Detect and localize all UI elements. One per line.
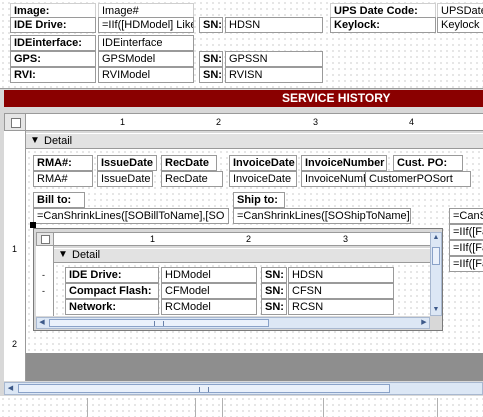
subform-left-mark-2: - <box>42 286 45 296</box>
bottom-divider-3 <box>222 398 223 417</box>
ideinterface-label[interactable]: IDEinterface: <box>10 35 96 51</box>
subform-ruler-tick-2: 2 <box>246 234 252 244</box>
cust-po-label[interactable]: Cust. PO: <box>393 155 463 171</box>
recdate-label[interactable]: RecDate <box>161 155 217 171</box>
right-formula-2[interactable]: =IIf([Fa <box>449 224 483 240</box>
rma-label[interactable]: RMA#: <box>33 155 93 171</box>
invoicedate-field[interactable]: InvoiceDate <box>229 171 297 187</box>
ide-drive-field[interactable]: =IIf([HDModel] Like ' <box>98 17 194 33</box>
subform-detail-label: Detail <box>72 249 101 261</box>
subform-horizontal-ruler: 1 2 3 <box>54 232 430 246</box>
subform-rcmodel-field[interactable]: RCModel <box>161 299 257 315</box>
ideinterface-field[interactable]: IDEinterface <box>98 35 194 51</box>
bottom-divider-2 <box>195 398 196 417</box>
rvi-label[interactable]: RVI: <box>10 67 96 83</box>
keylock-field[interactable]: Keylock <box>437 17 483 33</box>
invoicedate-label[interactable]: InvoiceDate <box>229 155 297 171</box>
bill-to-label[interactable]: Bill to: <box>33 192 85 208</box>
gps-label[interactable]: GPS: <box>10 51 96 67</box>
service-history-banner[interactable]: SERVICE HISTORY <box>4 90 483 107</box>
subform-scroll-up-icon[interactable]: ▲ <box>431 233 441 243</box>
subform-compact-flash-label[interactable]: Compact Flash: <box>65 283 159 299</box>
vertical-ruler-mark-1: 1 <box>12 244 18 254</box>
service-history-title: SERVICE HISTORY <box>282 91 391 105</box>
main-scroll-left-icon[interactable]: ◀ <box>5 383 16 394</box>
customerposort-field[interactable]: CustomerPOSort <box>365 171 471 187</box>
subform-ruler-corner[interactable] <box>36 232 54 246</box>
gps-sn-field[interactable]: GPSSN <box>225 51 323 67</box>
rvi-sn-field[interactable]: RVISN <box>225 67 323 83</box>
report-footer-band <box>26 353 483 381</box>
keylock-label[interactable]: Keylock: <box>330 17 436 33</box>
right-formula-4[interactable]: =IIf([Fa <box>449 256 483 272</box>
hd-sn-label[interactable]: SN: <box>199 17 223 33</box>
subform-detail-bar[interactable]: ▼ Detail <box>54 248 430 263</box>
detail-section-bar[interactable]: ▼ Detail <box>26 133 483 149</box>
subform-scroll-down-icon[interactable]: ▼ <box>431 305 441 315</box>
bill-to-field[interactable]: =CanShrinkLines([SOBillToName],[SO <box>33 208 229 224</box>
issuedate-label[interactable]: IssueDate <box>97 155 157 171</box>
subform-scroll-left-icon[interactable]: ◀ <box>37 318 47 328</box>
subform-vertical-ruler: - - <box>36 246 54 316</box>
subform-ruler-tick-1: 1 <box>150 234 156 244</box>
gps-sn-label[interactable]: SN: <box>199 51 223 67</box>
right-formula-3[interactable]: =IIf([Fa <box>449 240 483 256</box>
main-hscroll-thumb[interactable] <box>18 384 390 393</box>
ruler-tick-3: 3 <box>313 117 319 127</box>
subform-scroll-right-icon[interactable]: ▶ <box>419 318 429 328</box>
vertical-ruler: 1 2 <box>4 131 26 359</box>
horizontal-ruler: 1 2 3 4 <box>26 113 483 131</box>
rvi-field[interactable]: RVIModel <box>98 67 194 83</box>
ruler-corner[interactable] <box>4 113 26 131</box>
subform-ruler-tick-3: 3 <box>343 234 349 244</box>
subform-detail-arrow-icon: ▼ <box>58 249 68 260</box>
detail-label: Detail <box>44 135 73 147</box>
ide-drive-label[interactable]: IDE Drive: <box>10 17 96 33</box>
issuedate-field[interactable]: IssueDate <box>97 171 153 187</box>
subform-network-label[interactable]: Network: <box>65 299 159 315</box>
ship-to-field[interactable]: =CanShrinkLines([SOShipToName],[ <box>233 208 411 224</box>
vertical-ruler-mark-2: 2 <box>12 339 18 349</box>
subform-rcsn-label[interactable]: SN: <box>261 299 287 315</box>
subform-horizontal-scrollbar[interactable]: ◀ ▶ <box>36 317 430 329</box>
rvi-sn-label[interactable]: SN: <box>199 67 223 83</box>
subform-vscroll-thumb[interactable] <box>432 247 440 265</box>
ship-to-label[interactable]: Ship to: <box>233 192 285 208</box>
report-footer-left <box>4 359 26 381</box>
bottom-canvas <box>0 396 483 417</box>
detail-arrow-icon: ▼ <box>30 135 40 146</box>
bottom-divider-4 <box>323 398 324 417</box>
top-section: Image: Image# IDE Drive: =IIf([HDModel] … <box>0 0 483 88</box>
bottom-divider-1 <box>87 398 88 417</box>
ruler-tick-2: 2 <box>216 117 222 127</box>
invoicenumber-label[interactable]: InvoiceNumber <box>301 155 387 171</box>
recdate-field[interactable]: RecDate <box>161 171 223 187</box>
subform-hdsn-field[interactable]: HDSN <box>288 267 394 283</box>
ruler-tick-4: 4 <box>409 117 415 127</box>
bottom-divider-5 <box>437 398 438 417</box>
rma-field[interactable]: RMA# <box>33 171 93 187</box>
subform-left-mark-1: - <box>42 270 45 280</box>
subform-cfsn-label[interactable]: SN: <box>261 283 287 299</box>
nested-subform[interactable]: 1 2 3 ▲ ▼ - - ▼ Detail IDE Drive: HDMode… <box>33 228 443 331</box>
ruler-tick-1: 1 <box>120 117 126 127</box>
subform-ide-drive-label[interactable]: IDE Drive: <box>65 267 159 283</box>
main-horizontal-scrollbar[interactable]: ◀ <box>4 382 483 395</box>
subform-cfmodel-field[interactable]: CFModel <box>161 283 257 299</box>
subform-hdsn-label[interactable]: SN: <box>261 267 287 283</box>
subform-hdmodel-field[interactable]: HDModel <box>161 267 257 283</box>
gps-field[interactable]: GPSModel <box>98 51 194 67</box>
subform-hscroll-thumb[interactable] <box>49 319 269 327</box>
hd-sn-field[interactable]: HDSN <box>225 17 323 33</box>
right-formula-1[interactable]: =CanS <box>449 208 483 224</box>
subform-vertical-scrollbar[interactable]: ▲ ▼ <box>430 232 442 316</box>
subform-rcsn-field[interactable]: RCSN <box>288 299 394 315</box>
subform-cfsn-field[interactable]: CFSN <box>288 283 394 299</box>
